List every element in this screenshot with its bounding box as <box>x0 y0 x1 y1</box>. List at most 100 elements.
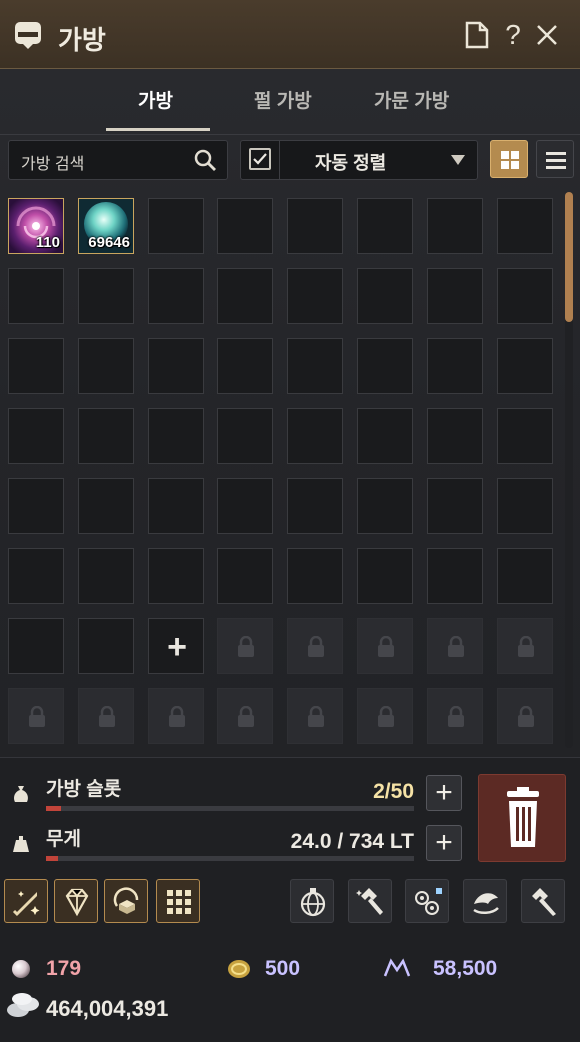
tab-bag[interactable]: 가방 <box>138 86 173 113</box>
rotate-cube-icon <box>113 887 139 914</box>
add-weight-button[interactable]: + <box>426 825 462 861</box>
weight-bar <box>46 856 414 861</box>
hammer-button[interactable] <box>348 879 392 923</box>
dolphin-button[interactable] <box>463 879 507 923</box>
inventory-slot[interactable] <box>497 478 553 534</box>
weight-value: 24.0 / 734 LT <box>290 830 414 853</box>
inventory-slot[interactable] <box>427 198 483 254</box>
add-slot-button[interactable]: + <box>148 618 204 674</box>
inventory-slot[interactable] <box>427 548 483 604</box>
manufacture-button[interactable] <box>104 879 148 923</box>
search-icon[interactable] <box>193 148 217 172</box>
inventory-slot[interactable] <box>217 198 273 254</box>
weight-label: 무게 <box>46 829 81 850</box>
bag-search-input[interactable]: 가방 검색 <box>8 140 228 180</box>
inventory-slot[interactable] <box>287 338 343 394</box>
inventory-slot[interactable] <box>497 338 553 394</box>
globe-button[interactable] <box>290 879 334 923</box>
lock-icon <box>516 635 536 658</box>
grid-icon <box>501 151 519 169</box>
grid-icon <box>167 890 191 914</box>
inventory-slot[interactable] <box>148 548 204 604</box>
tab-family-bag[interactable]: 가문 가방 <box>374 86 449 113</box>
bag-slot-bar <box>46 806 414 811</box>
inventory-slot[interactable]: 110 <box>8 198 64 254</box>
divider <box>0 134 580 135</box>
inventory-slot[interactable] <box>217 268 273 324</box>
item-count: 110 <box>35 234 60 251</box>
enhance-button[interactable] <box>4 879 48 923</box>
inventory-slot[interactable] <box>497 548 553 604</box>
chevron-down-icon[interactable] <box>451 155 465 165</box>
lock-icon <box>376 635 396 658</box>
inventory-slot[interactable] <box>357 338 413 394</box>
inventory-slot[interactable] <box>287 478 343 534</box>
repair-button[interactable] <box>521 879 565 923</box>
crystal-button[interactable] <box>54 879 98 923</box>
locked-slot <box>497 688 553 744</box>
grid-view-button[interactable] <box>490 140 528 178</box>
inventory-slot[interactable] <box>217 478 273 534</box>
inventory-slot[interactable] <box>427 478 483 534</box>
title-bar[interactable]: 가방 ? <box>0 0 580 69</box>
inventory-slot[interactable] <box>8 338 64 394</box>
list-view-button[interactable] <box>536 140 574 178</box>
inventory-slot[interactable] <box>357 548 413 604</box>
scrollbar-thumb[interactable] <box>565 192 573 322</box>
inventory-slot[interactable] <box>78 618 134 674</box>
inventory-slot[interactable] <box>357 478 413 534</box>
bag-slot-bar-fill <box>46 806 61 811</box>
inventory-slot[interactable]: 69646 <box>78 198 134 254</box>
inventory-slot[interactable] <box>497 198 553 254</box>
auto-sort-dropdown[interactable]: 자동 정렬 <box>240 140 478 180</box>
inventory-slot[interactable] <box>8 548 64 604</box>
inventory-slot[interactable] <box>357 268 413 324</box>
auto-sort-checkbox[interactable] <box>249 148 271 170</box>
inventory-slot[interactable] <box>8 478 64 534</box>
memo-icon[interactable] <box>462 20 492 50</box>
inventory-slot[interactable] <box>497 268 553 324</box>
inventory-slot[interactable] <box>148 338 204 394</box>
search-label: 가방 검색 <box>21 156 85 173</box>
inventory-slot[interactable] <box>287 198 343 254</box>
inventory-slot[interactable] <box>427 268 483 324</box>
locked-slot <box>287 618 343 674</box>
inventory-scrollbar[interactable] <box>565 192 573 748</box>
inventory-slot[interactable] <box>427 408 483 464</box>
inventory-slot[interactable] <box>217 408 273 464</box>
inventory-slot[interactable] <box>357 408 413 464</box>
trash-button[interactable] <box>478 774 566 862</box>
inventory-slot[interactable] <box>148 268 204 324</box>
inventory-slot[interactable] <box>357 198 413 254</box>
inventory-slot[interactable] <box>8 268 64 324</box>
magic-swirl-button[interactable] <box>405 879 449 923</box>
plus-icon: + <box>167 627 187 666</box>
inventory-slot[interactable] <box>217 548 273 604</box>
sword-sparkle-icon <box>12 891 40 917</box>
inventory-slot[interactable] <box>78 548 134 604</box>
add-bag-slot-button[interactable]: + <box>426 775 462 811</box>
inventory-slot[interactable] <box>78 338 134 394</box>
help-icon[interactable]: ? <box>498 19 528 50</box>
divider <box>279 141 280 179</box>
inventory-slot[interactable] <box>78 268 134 324</box>
inventory-slot[interactable] <box>287 408 343 464</box>
inventory-slot[interactable] <box>427 338 483 394</box>
inventory-slot[interactable] <box>8 408 64 464</box>
inventory-slot[interactable] <box>148 198 204 254</box>
inventory-slot[interactable] <box>287 548 343 604</box>
inventory-slot[interactable] <box>8 618 64 674</box>
inventory-slot[interactable] <box>78 408 134 464</box>
inventory-slot[interactable] <box>497 408 553 464</box>
sort-grid-button[interactable] <box>156 879 200 923</box>
inventory-slot[interactable] <box>287 268 343 324</box>
diamond-icon <box>65 888 89 917</box>
tab-pearl-bag[interactable]: 펄 가방 <box>254 86 312 113</box>
inventory-slot[interactable] <box>78 478 134 534</box>
lock-icon <box>306 635 326 658</box>
inventory-slot[interactable] <box>148 478 204 534</box>
close-icon[interactable] <box>532 20 562 50</box>
bag-slot-value: 2/50 <box>373 780 414 803</box>
inventory-slot[interactable] <box>217 338 273 394</box>
inventory-slot[interactable] <box>148 408 204 464</box>
